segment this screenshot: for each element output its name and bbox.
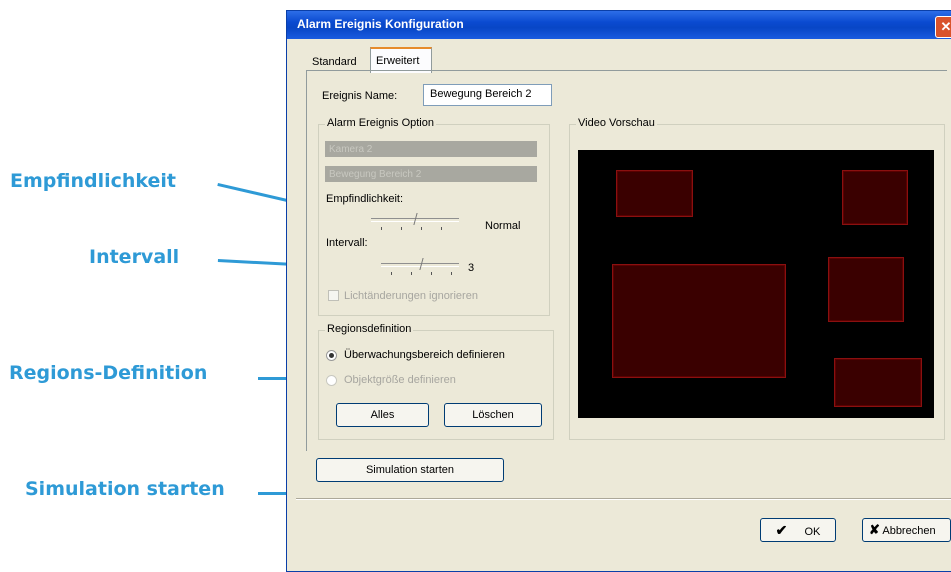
all-button[interactable]: Alles (336, 403, 429, 427)
video-preview-title: Video Vorschau (576, 117, 657, 129)
tab-erweitert-label: Erweitert (376, 55, 420, 67)
camera-field: Kamera 2 (325, 141, 537, 157)
cancel-button[interactable]: ✘ Abbrechen (862, 518, 951, 542)
motion-region-5[interactable] (834, 358, 922, 407)
ignore-light-label: Lichtänderungen ignorieren (344, 290, 478, 302)
close-icon[interactable]: ✕ (935, 16, 951, 38)
motion-region-1[interactable] (616, 170, 693, 217)
interval-value: 3 (468, 262, 475, 274)
delete-button[interactable]: Löschen (444, 403, 542, 427)
monitor-area-radio[interactable] (326, 350, 337, 361)
area-field: Bewegung Bereich 2 (325, 166, 537, 182)
ok-label: OK (804, 526, 821, 538)
motion-region-4[interactable] (828, 257, 904, 322)
interval-label: Intervall: (326, 237, 368, 249)
interval-slider[interactable] (381, 258, 459, 275)
object-size-radio[interactable] (326, 375, 337, 386)
callout-interval: Intervall (89, 246, 180, 268)
footer-separator (296, 498, 951, 500)
region-definition-title: Regionsdefinition (325, 323, 414, 335)
sensitivity-value: Normal (485, 220, 521, 232)
cancel-label: Abbrechen (882, 525, 936, 537)
video-preview-canvas[interactable] (578, 150, 934, 418)
callout-sensitivity: Empfindlichkeit (10, 170, 177, 192)
alarm-option-title: Alarm Ereignis Option (325, 117, 436, 129)
window-title: Alarm Ereignis Konfiguration (297, 17, 464, 31)
object-size-label: Objektgröße definieren (344, 374, 456, 386)
monitor-area-label: Überwachungsbereich definieren (344, 349, 505, 361)
sensitivity-label: Empfindlichkeit: (326, 193, 404, 205)
ignore-light-checkbox[interactable] (328, 290, 339, 301)
sensitivity-slider[interactable] (371, 213, 459, 230)
tab-standard[interactable]: Standard (308, 52, 368, 70)
title-bar[interactable]: Alarm Ereignis Konfiguration ✕ (287, 11, 951, 39)
checkmark-icon: ✔ (775, 522, 788, 538)
start-simulation-button[interactable]: Simulation starten (316, 458, 504, 482)
motion-region-2[interactable] (842, 170, 908, 225)
callout-regions: Regions-Definition (9, 362, 208, 384)
ok-button[interactable]: ✔ OK (760, 518, 836, 542)
motion-region-3[interactable] (612, 264, 786, 378)
callout-simulation: Simulation starten (25, 478, 225, 500)
event-name-label: Ereignis Name: (322, 90, 398, 102)
x-mark-icon: ✘ (869, 522, 880, 537)
tab-standard-label: Standard (312, 56, 357, 68)
event-name-input[interactable]: Bewegung Bereich 2 (423, 84, 552, 106)
